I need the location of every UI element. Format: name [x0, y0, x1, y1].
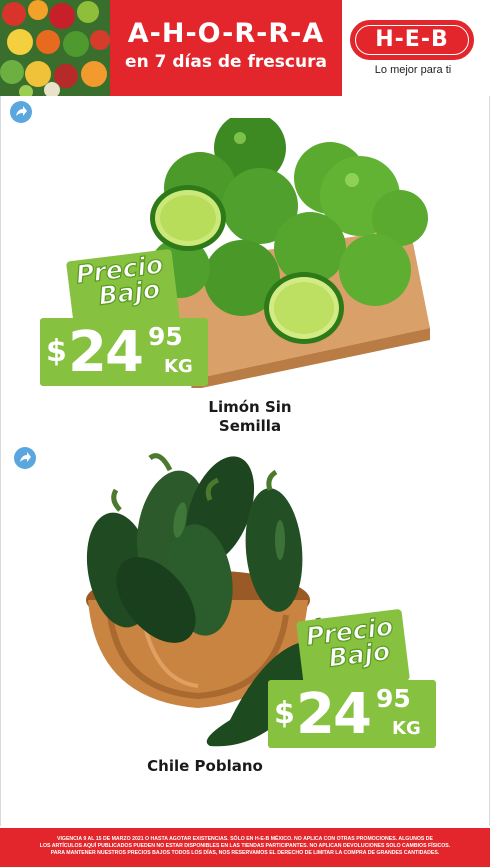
legal-line: PARA MANTENER NUESTROS PRECIOS BAJOS TOD… — [50, 850, 440, 856]
price-currency: $ — [46, 334, 67, 369]
price-badge: $ 24 95 KG — [268, 680, 436, 748]
share-arrow-icon[interactable] — [10, 101, 32, 123]
price-decimals: 95 — [148, 322, 183, 351]
heb-logo: H-E-B — [350, 20, 474, 60]
product-name-line1: Limón Sin — [208, 398, 292, 416]
price-unit: KG — [164, 356, 193, 377]
price-integer: 24 — [68, 320, 144, 385]
banner-title: A-H-O-R-R-A — [127, 18, 325, 49]
price-decimals: 95 — [376, 684, 411, 713]
legal-line: VIGENCIA 9 AL 15 DE MARZO 2021 O HASTA A… — [57, 836, 433, 842]
banner-subtitle: en 7 días de frescura — [125, 52, 327, 72]
legal-text: VIGENCIA 9 AL 15 DE MARZO 2021 O HASTA A… — [14, 836, 476, 857]
product-name-line2: Semilla — [218, 417, 282, 435]
product-name: Limón Sin Semilla — [180, 398, 320, 436]
share-arrow-icon[interactable] — [14, 447, 36, 469]
header: A-H-O-R-R-A en 7 días de frescura H-E-B … — [0, 0, 490, 96]
product-name-line1: Chile Poblano — [147, 757, 263, 775]
heb-logo-ring — [355, 25, 469, 55]
product-name: Chile Poblano — [120, 757, 290, 776]
price-currency: $ — [274, 696, 295, 731]
ahorra-banner: A-H-O-R-R-A en 7 días de frescura — [110, 0, 342, 96]
price-badge: $ 24 95 KG — [40, 318, 208, 386]
heb-brand-area: H-E-B Lo mejor para ti — [342, 0, 490, 96]
price-unit: KG — [392, 718, 421, 739]
produce-photo — [0, 0, 110, 96]
legal-line: LOS ARTÍCULOS AQUÍ PUBLICADOS PUEDEN NO … — [39, 843, 451, 849]
price-integer: 24 — [296, 682, 372, 747]
heb-tagline: Lo mejor para ti — [374, 64, 452, 76]
legal-footer: VIGENCIA 9 AL 15 DE MARZO 2021 O HASTA A… — [0, 826, 490, 867]
